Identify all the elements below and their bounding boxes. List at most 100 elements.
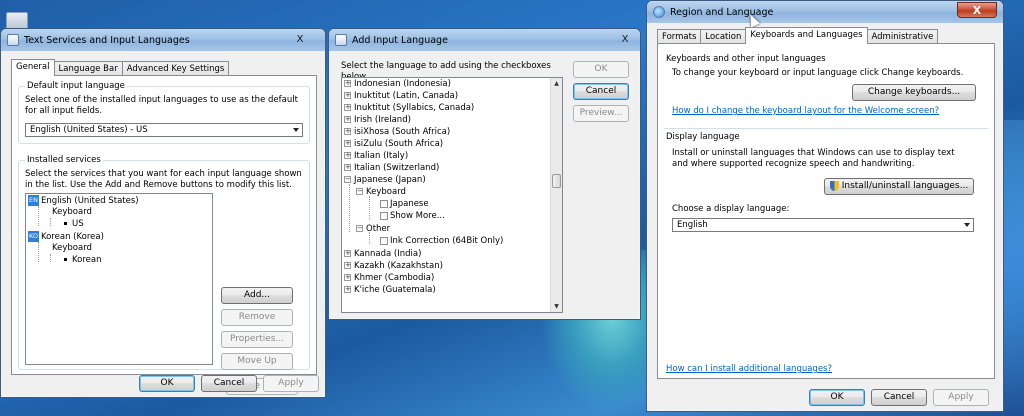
cancel-button[interactable]: Cancel [871,389,927,406]
tree-item-italian-switzerland[interactable]: + Italian (Switzerland) [344,163,439,174]
tree-item-isizulu[interactable]: + isiZulu (South Africa) [344,139,443,150]
welcome-screen-keyboard-link[interactable]: How do I change the keyboard layout for … [672,106,939,116]
install-uninstall-languages-button[interactable]: Install/uninstall languages... [824,178,974,195]
close-icon[interactable]: X [618,33,632,46]
add-input-language-titlebar[interactable]: Add Input Language X [329,29,640,51]
tree-connector [50,218,51,226]
scroll-up-arrow-icon[interactable]: ▲ [551,78,562,89]
tree-item-indonesian[interactable]: + Indonesian (Indonesia) [344,79,451,90]
tree-item-khmer[interactable]: + Khmer (Cambodia) [344,273,434,284]
move-up-button[interactable]: Move Up [221,353,293,370]
tree-item-label: Other [366,224,391,234]
expand-plus-icon[interactable]: + [344,104,351,111]
ok-button[interactable]: OK [573,61,629,78]
properties-button[interactable]: Properties... [221,331,293,348]
language-tree[interactable]: + Indonesian (Indonesia) + Inuktitut (Lati… [341,77,563,313]
region-language-client: Formats Location Keyboards and Languages… [653,27,997,406]
checkbox[interactable] [380,211,388,220]
expand-plus-icon[interactable]: + [344,152,351,159]
tree-item-en-us[interactable]: US [64,219,84,230]
change-keyboards-button[interactable]: Change keyboards... [852,84,976,101]
ok-button[interactable]: OK [139,375,195,392]
tab-administrative[interactable]: Administrative [866,29,939,44]
collapse-minus-icon[interactable]: − [344,176,351,183]
add-button[interactable]: Add... [221,287,293,304]
collapse-minus-icon[interactable]: − [356,225,363,232]
expand-plus-icon[interactable]: + [344,128,351,135]
expand-plus-icon[interactable]: + [344,140,351,147]
tree-item-inuktitut-syllabics[interactable]: + Inuktitut (Syllabics, Canada) [344,103,474,114]
tree-item-irish[interactable]: + Irish (Ireland) [344,115,411,126]
tree-item-en-keyboard[interactable]: Keyboard [52,207,92,218]
collapse-minus-icon[interactable]: − [356,188,363,195]
tree-item-kiche[interactable]: + K'iche (Guatemala) [344,285,436,296]
close-icon[interactable]: X [957,2,997,18]
tab-formats[interactable]: Formats [657,29,702,44]
tree-item-show-more[interactable]: Show More... [380,211,445,222]
display-language-title: Display language [666,132,740,142]
tree-item-label: Korean [72,255,102,265]
tree-item-label: Ink Correction (64Bit Only) [390,236,504,246]
expand-plus-icon[interactable]: + [344,80,351,87]
tree-item-ko-korean[interactable]: Korean [64,255,101,266]
tree-item-label: Khmer (Cambodia) [354,273,435,283]
tree-item-label: Show More... [390,211,445,221]
expand-plus-icon[interactable]: + [344,250,351,257]
tab-location[interactable]: Location [700,29,747,44]
expand-plus-icon[interactable]: + [344,92,351,99]
tab-language-bar[interactable]: Language Bar [53,61,123,76]
tree-item-ko-keyboard[interactable]: Keyboard [52,243,92,254]
language-tree-content: + Indonesian (Indonesia) + Inuktitut (Lati… [342,78,550,312]
apply-button[interactable]: Apply [933,389,989,406]
tree-item-ink-correction[interactable]: Ink Correction (64Bit Only) [380,236,503,247]
close-icon[interactable]: X [293,33,307,46]
text-services-tabs: General Language Bar Advanced Key Settin… [11,59,230,76]
tree-connector [369,196,370,220]
installed-services-tree[interactable]: EN English (United States) Keyboard US KO… [25,193,213,365]
tree-item-label: Italian (Italy) [354,151,409,161]
tree-item-japanese-ime[interactable]: Japanese [380,199,429,210]
ok-button[interactable]: OK [809,389,865,406]
tree-item-italian-italy[interactable]: + Italian (Italy) [344,151,408,162]
tree-connector [38,206,39,226]
tree-item-japanese-keyboard[interactable]: − Keyboard [356,187,406,198]
tree-item-english[interactable]: EN English (United States) [28,195,139,207]
text-services-titlebar[interactable]: Text Services and Input Languages X [1,29,325,51]
tree-item-other[interactable]: − Other [356,224,390,235]
checkbox[interactable] [380,199,388,208]
keyboards-description: To change your keyboard or input languag… [672,68,964,78]
region-language-titlebar[interactable]: Region and Language X [647,1,1003,23]
tree-item-japanese[interactable]: − Japanese (Japan) [344,175,426,186]
tree-item-kannada[interactable]: + Kannada (India) [344,249,421,260]
tree-item-label: isiZulu (South Africa) [354,139,444,149]
display-language-select[interactable]: English [672,218,974,232]
tree-item-label: Kannada (India) [354,249,422,259]
tab-keyboards-and-languages[interactable]: Keyboards and Languages [745,27,868,44]
cancel-button[interactable]: Cancel [201,375,257,392]
install-additional-languages-link[interactable]: How can I install additional languages? [666,364,832,374]
expand-plus-icon[interactable]: + [344,164,351,171]
expand-plus-icon[interactable]: + [344,116,351,123]
scroll-thumb[interactable] [552,174,561,188]
tree-item-isixhosa[interactable]: + isiXhosa (South Africa) [344,127,450,138]
expand-plus-icon[interactable]: + [344,286,351,293]
tree-item-korean[interactable]: KO Korean (Korea) [28,231,104,243]
tab-general[interactable]: General [11,59,55,76]
default-language-select[interactable]: English (United States) - US [25,123,303,137]
remove-button[interactable]: Remove [221,309,293,326]
tree-item-label: Italian (Switzerland) [354,163,440,173]
language-tree-scrollbar[interactable]: ▲ ▼ [550,78,562,312]
apply-button[interactable]: Apply [263,375,319,392]
tree-item-label: English (United States) [41,196,139,206]
tab-advanced-key-settings[interactable]: Advanced Key Settings [121,61,230,76]
expand-plus-icon[interactable]: + [344,262,351,269]
cancel-button[interactable]: Cancel [573,83,629,100]
tree-item-inuktitut-latin[interactable]: + Inuktitut (Latin, Canada) [344,91,458,102]
tree-item-label: Keyboard [52,207,92,217]
tree-item-kazakh[interactable]: + Kazakh (Kazakhstan) [344,261,443,272]
installed-services-description: Select the services that you want for ea… [25,169,302,190]
expand-plus-icon[interactable]: + [344,274,351,281]
scroll-down-arrow-icon[interactable]: ▼ [551,301,562,312]
checkbox[interactable] [380,236,388,245]
preview-button[interactable]: Preview... [573,105,629,122]
